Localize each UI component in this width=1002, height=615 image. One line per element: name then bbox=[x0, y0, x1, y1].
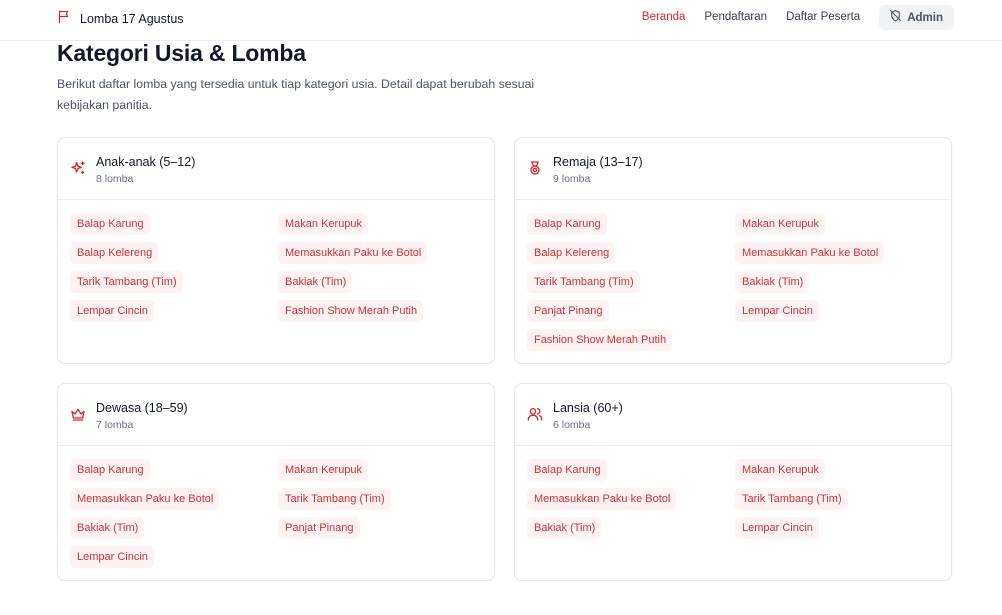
card-header: Dewasa (18–59) 7 lomba bbox=[58, 384, 494, 446]
card-header: Lansia (60+) 6 lomba bbox=[515, 384, 951, 446]
crown-icon bbox=[70, 406, 86, 422]
lomba-tag: Fashion Show Merah Putih bbox=[527, 329, 673, 351]
lomba-tag-list: Balap Karung Makan Kerupuk Balap Keleren… bbox=[70, 213, 482, 322]
lomba-tag: Bakiak (Tim) bbox=[70, 517, 145, 539]
lomba-tag: Tarik Tambang (Tim) bbox=[527, 271, 640, 293]
page-title: Kategori Usia & Lomba bbox=[57, 40, 306, 66]
nav-daftar-peserta[interactable]: Daftar Peserta bbox=[786, 5, 860, 30]
card-title: Anak-anak (5–12) bbox=[96, 155, 196, 169]
lomba-tag: Makan Kerupuk bbox=[735, 459, 826, 481]
lomba-tag: Lempar Cincin bbox=[70, 546, 154, 568]
lomba-tag: Lempar Cincin bbox=[735, 517, 819, 539]
lomba-tag: Panjat Pinang bbox=[278, 517, 360, 539]
lomba-tag-list: Balap Karung Makan Kerupuk Memasukkan Pa… bbox=[70, 459, 482, 568]
lomba-tag: Makan Kerupuk bbox=[278, 213, 369, 235]
lomba-tag: Balap Karung bbox=[70, 213, 150, 235]
lomba-tag: Fashion Show Merah Putih bbox=[278, 300, 424, 322]
shield-off-icon bbox=[889, 9, 902, 27]
top-navbar: Lomba 17 Agustus Beranda Pendaftaran Daf… bbox=[0, 0, 1002, 41]
main-nav: Beranda Pendaftaran Daftar Peserta Admin bbox=[623, 5, 954, 30]
card-title: Remaja (13–17) bbox=[553, 155, 643, 169]
lomba-tag: Memasukkan Paku ke Botol bbox=[527, 488, 677, 510]
card-title: Dewasa (18–59) bbox=[96, 401, 188, 415]
sparkles-icon bbox=[70, 160, 86, 176]
category-card-lansia: Lansia (60+) 6 lomba Balap Karung Makan … bbox=[514, 383, 952, 581]
lomba-tag: Balap Kelereng bbox=[70, 242, 159, 264]
lomba-tag: Tarik Tambang (Tim) bbox=[70, 271, 183, 293]
lomba-tag: Bakiak (Tim) bbox=[527, 517, 602, 539]
card-count: 6 lomba bbox=[553, 419, 591, 431]
lomba-tag: Tarik Tambang (Tim) bbox=[735, 488, 848, 510]
category-card-anak-anak: Anak-anak (5–12) 8 lomba Balap Karung Ma… bbox=[57, 137, 495, 364]
lomba-tag: Makan Kerupuk bbox=[735, 213, 826, 235]
category-card-dewasa: Dewasa (18–59) 7 lomba Balap Karung Maka… bbox=[57, 383, 495, 581]
card-title: Lansia (60+) bbox=[553, 401, 623, 415]
admin-label: Admin bbox=[907, 11, 943, 24]
lomba-tag: Bakiak (Tim) bbox=[278, 271, 353, 293]
lomba-tag: Tarik Tambang (Tim) bbox=[278, 488, 391, 510]
admin-button[interactable]: Admin bbox=[879, 5, 954, 30]
lomba-tag-list: Balap Karung Makan Kerupuk Balap Keleren… bbox=[527, 213, 939, 351]
lomba-tag: Memasukkan Paku ke Botol bbox=[70, 488, 220, 510]
nav-pendaftaran[interactable]: Pendaftaran bbox=[704, 5, 767, 30]
card-count: 8 lomba bbox=[96, 173, 134, 185]
card-count: 7 lomba bbox=[96, 419, 134, 431]
flag-icon bbox=[57, 9, 72, 29]
lomba-tag: Lempar Cincin bbox=[70, 300, 154, 322]
lomba-tag: Balap Karung bbox=[70, 459, 150, 481]
card-count: 9 lomba bbox=[553, 173, 591, 185]
nav-beranda[interactable]: Beranda bbox=[642, 5, 685, 30]
brand-link[interactable]: Lomba 17 Agustus bbox=[57, 9, 184, 29]
lomba-tag: Balap Karung bbox=[527, 213, 607, 235]
users-icon bbox=[527, 406, 543, 422]
medal-icon bbox=[527, 160, 543, 176]
page-description: Berikut daftar lomba yang tersedia untuk… bbox=[57, 77, 535, 112]
lomba-tag: Balap Karung bbox=[527, 459, 607, 481]
lomba-tag: Makan Kerupuk bbox=[278, 459, 369, 481]
lomba-tag: Balap Kelereng bbox=[527, 242, 616, 264]
lomba-tag: Memasukkan Paku ke Botol bbox=[278, 242, 428, 264]
lomba-tag: Panjat Pinang bbox=[527, 300, 609, 322]
lomba-tag: Memasukkan Paku ke Botol bbox=[735, 242, 885, 264]
card-header: Anak-anak (5–12) 8 lomba bbox=[58, 138, 494, 200]
lomba-tag-list: Balap Karung Makan Kerupuk Memasukkan Pa… bbox=[527, 459, 939, 539]
lomba-tag: Lempar Cincin bbox=[735, 300, 819, 322]
brand-name: Lomba 17 Agustus bbox=[80, 12, 184, 26]
lomba-tag: Bakiak (Tim) bbox=[735, 271, 810, 293]
card-header: Remaja (13–17) 9 lomba bbox=[515, 138, 951, 200]
category-card-remaja: Remaja (13–17) 9 lomba Balap Karung Maka… bbox=[514, 137, 952, 364]
